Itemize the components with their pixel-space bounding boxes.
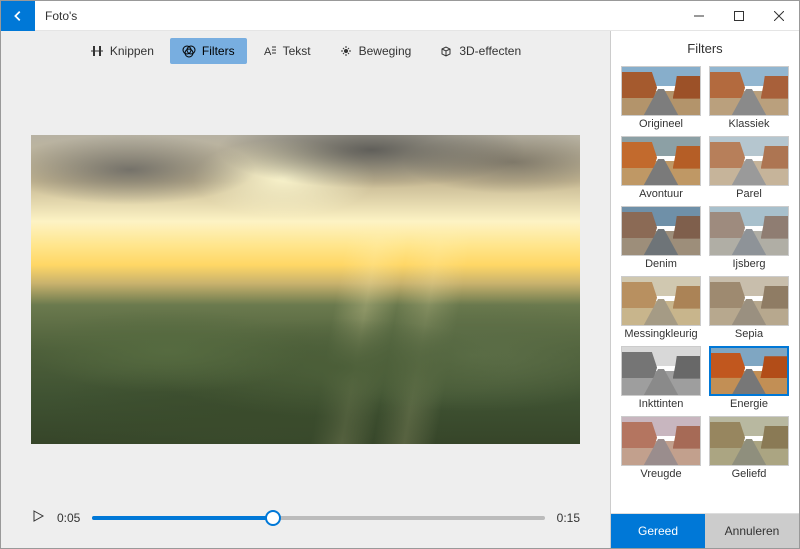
filter-ijsberg[interactable]: Ijsberg [709, 206, 789, 270]
filter-thumbnail [709, 206, 789, 256]
filters-panel: Filters Origineel Klassiek Avontuur [610, 31, 799, 548]
filter-klassiek[interactable]: Klassiek [709, 66, 789, 130]
tool-text[interactable]: A Tekst [251, 38, 323, 64]
tool-trim-label: Knippen [110, 44, 154, 58]
tool-filters-label: Filters [202, 44, 235, 58]
close-button[interactable] [759, 1, 799, 31]
trim-icon [90, 44, 104, 58]
filter-thumbnail [709, 136, 789, 186]
play-button[interactable] [31, 509, 45, 528]
cube-icon [439, 44, 453, 58]
slider-thumb[interactable] [265, 510, 281, 526]
done-button[interactable]: Gereed [611, 514, 705, 548]
filter-thumbnail [709, 66, 789, 116]
editor-area: Knippen Filters A Tekst Beweging 3D-effe… [1, 31, 610, 548]
duration: 0:15 [557, 511, 580, 525]
panel-title: Filters [611, 31, 799, 66]
filter-label: Messingkleurig [624, 326, 697, 340]
filter-thumbnail [621, 66, 701, 116]
tool-trim[interactable]: Knippen [78, 38, 166, 64]
filter-sepia[interactable]: Sepia [709, 276, 789, 340]
window-title: Foto's [35, 9, 679, 23]
filter-parel[interactable]: Parel [709, 136, 789, 200]
filter-denim[interactable]: Denim [621, 206, 701, 270]
tool-3d-effects[interactable]: 3D-effecten [427, 38, 533, 64]
tool-motion-label: Beweging [359, 44, 412, 58]
minimize-icon [694, 11, 704, 21]
maximize-icon [734, 11, 744, 21]
video-preview[interactable] [31, 135, 580, 444]
filter-energie[interactable]: Energie [709, 346, 789, 410]
filter-origineel[interactable]: Origineel [621, 66, 701, 130]
filters-icon [182, 44, 196, 58]
filter-thumbnail [621, 276, 701, 326]
filter-thumbnail [709, 276, 789, 326]
current-time: 0:05 [57, 511, 80, 525]
back-button[interactable] [1, 1, 35, 31]
tool-text-label: Tekst [283, 44, 311, 58]
filter-thumbnail [709, 346, 789, 396]
filter-label: Vreugde [640, 466, 681, 480]
filter-label: Inkttinten [639, 396, 684, 410]
filter-label: Klassiek [729, 116, 770, 130]
playback-controls: 0:05 0:15 [1, 488, 610, 548]
filter-thumbnail [621, 346, 701, 396]
toolbar: Knippen Filters A Tekst Beweging 3D-effe… [1, 31, 610, 71]
filter-thumbnail [621, 416, 701, 466]
timeline-slider[interactable] [92, 516, 544, 520]
window-controls [679, 1, 799, 31]
filter-geliefd[interactable]: Geliefd [709, 416, 789, 480]
filter-vreugde[interactable]: Vreugde [621, 416, 701, 480]
minimize-button[interactable] [679, 1, 719, 31]
filter-label: Origineel [639, 116, 683, 130]
tool-filters[interactable]: Filters [170, 38, 247, 64]
filter-label: Denim [645, 256, 677, 270]
filter-list: Origineel Klassiek Avontuur Parel [611, 66, 799, 513]
filter-label: Ijsberg [732, 256, 765, 270]
arrow-left-icon [11, 9, 25, 23]
maximize-button[interactable] [719, 1, 759, 31]
text-icon: A [263, 44, 277, 58]
motion-icon [339, 44, 353, 58]
cancel-button[interactable]: Annuleren [705, 514, 799, 548]
filter-label: Geliefd [732, 466, 767, 480]
filter-inkttinten[interactable]: Inkttinten [621, 346, 701, 410]
filter-label: Energie [730, 396, 768, 410]
filter-label: Sepia [735, 326, 763, 340]
play-icon [31, 509, 45, 523]
filter-messingkleurig[interactable]: Messingkleurig [621, 276, 701, 340]
titlebar: Foto's [1, 1, 799, 31]
tool-motion[interactable]: Beweging [327, 38, 424, 64]
filter-thumbnail [709, 416, 789, 466]
svg-text:A: A [264, 46, 272, 58]
tool-3d-label: 3D-effecten [459, 44, 521, 58]
filter-label: Avontuur [639, 186, 683, 200]
filter-thumbnail [621, 136, 701, 186]
filter-label: Parel [736, 186, 762, 200]
filter-thumbnail [621, 206, 701, 256]
panel-footer: Gereed Annuleren [611, 513, 799, 548]
close-icon [774, 11, 784, 21]
filter-avontuur[interactable]: Avontuur [621, 136, 701, 200]
